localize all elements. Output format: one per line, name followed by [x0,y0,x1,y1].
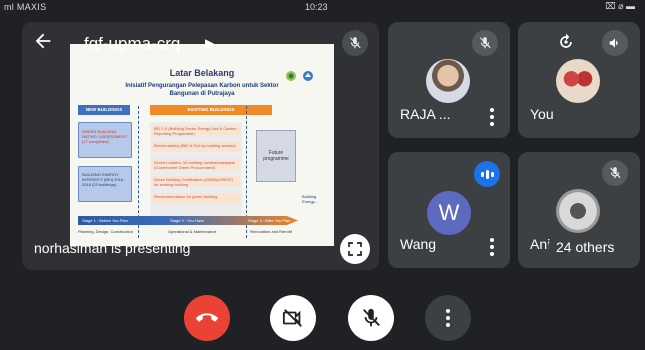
stage-footer: Operational & Maintenance [168,229,217,234]
status-bar: ml MAXIS 10:23 ⌧ ⌀ ▬ [0,0,645,14]
volume-icon [609,38,618,48]
side-note: Building Energy... [302,194,318,204]
stage-label: Stage 3 : After You Plan [248,218,291,223]
future-programme-box: Future programme [256,130,296,182]
fullscreen-button[interactable] [340,234,370,264]
participant-tile-raja[interactable]: RAJA ... [388,22,510,138]
stage-footer: Planning, Design, Construction [78,229,133,234]
switch-camera-icon[interactable] [556,32,576,52]
shared-slide: Latar Belakang Inisiatif Pengurangan Pel… [70,44,334,246]
fullscreen-icon [348,242,362,256]
volume-icon-button[interactable] [602,30,628,56]
more-vert-icon [446,309,450,327]
stage-label: Stage 2 : You Have [170,218,205,223]
camera-toggle-button[interactable] [270,295,316,341]
stage-footer: Renovation and Retrofit [250,229,293,234]
new-box-text: GREEN BUILDING RATING / ASSESSMENT (17 c… [82,129,128,144]
others-count-badge[interactable]: 24 others [548,236,623,258]
new-building-box: BUILDING ENERGY INTENSITY (BEI) 2016 - 2… [78,166,132,202]
participant-tile-wang[interactable]: W Wang [388,152,510,268]
participant-name: RAJA ... [400,106,451,122]
existing-list: BEI 1.0 (Building Sector Energy Use & Ca… [150,122,242,222]
avatar [556,189,600,233]
presenting-label: norhasiman is presenting [34,240,191,256]
carrier-text: ml MAXIS [4,2,47,12]
new-building-box: GREEN BUILDING RATING / ASSESSMENT (17 c… [78,122,132,158]
participant-name: You [530,106,554,122]
phone-hangup-icon [196,313,218,322]
videocam-off-icon [282,309,302,327]
status-icons: ⌧ ⌀ ▬ [605,1,635,11]
presentation-tile[interactable]: Latar Belakang Inisiatif Pengurangan Pel… [22,22,379,270]
avatar [556,59,600,103]
slide-title: Latar Belakang [169,68,235,78]
participant-name: Wang [400,236,437,252]
more-options-button[interactable] [425,295,471,341]
list-item: Green Leaders: 16 building owners/manage… [152,159,240,170]
new-buildings-header: NEW BUILDINGS [78,105,130,115]
meeting-code[interactable]: fqf-upma-crq [84,34,180,54]
more-vert-icon[interactable] [490,108,494,126]
participant-tile-you[interactable]: You [518,22,640,138]
back-arrow-icon[interactable] [32,30,54,52]
mic-off-icon [472,30,498,56]
new-box-text: BUILDING ENERGY INTENSITY (BEI) 2016 - 2… [82,172,126,187]
clock: 10:23 [305,2,328,12]
mic-off-icon [342,30,368,56]
list-item: Recommendation for green building [152,193,240,203]
list-item: BEI 1.0 (Building Sector Energy Use & Ca… [152,125,240,136]
slide-subtitle: Inisiatif Pengurangan Pelepasan Karbon u… [125,83,279,97]
end-call-button[interactable] [184,295,230,341]
speaking-indicator-icon [474,161,500,187]
more-vert-icon[interactable] [490,238,494,256]
avatar: W [427,191,471,235]
mic-off-icon [363,308,380,327]
stage-label: Stage 1 : Before You Plan [82,218,128,223]
existing-buildings-header: EXISTING BUILDINGS [150,105,272,115]
list-item: Benchmarking (BEI & EUI by building sect… [152,142,240,152]
chevron-right-icon[interactable]: ▶ [205,36,214,50]
mic-toggle-button[interactable] [348,295,394,341]
mic-off-icon [602,160,628,186]
avatar [426,59,470,103]
list-item: Green Building Certification (GBI/MyCRES… [152,176,240,187]
